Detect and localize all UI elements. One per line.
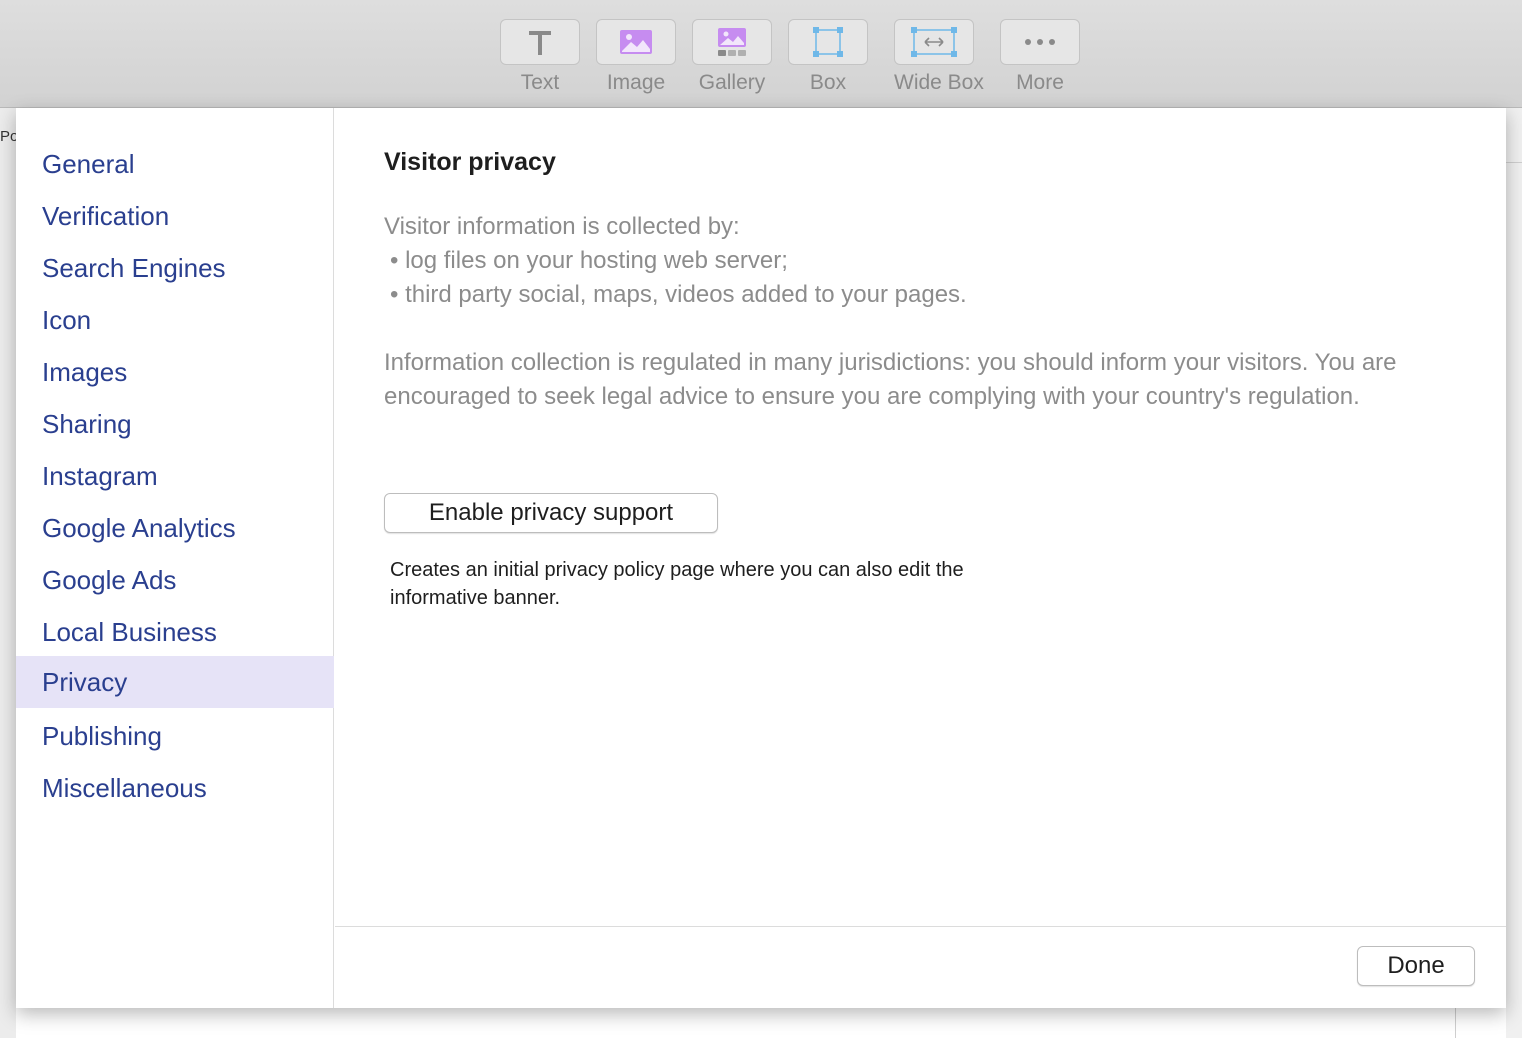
sidebar-item-label: Miscellaneous <box>42 772 207 803</box>
sidebar-item-miscellaneous[interactable]: Miscellaneous <box>16 762 334 814</box>
toolbar-item-gallery[interactable]: Gallery <box>692 19 772 101</box>
sidebar-item-label: Verification <box>42 200 170 231</box>
sheet-footer: Done <box>335 926 1506 1008</box>
sidebar-item-label: Sharing <box>42 408 132 439</box>
sidebar-item-instagram[interactable]: Instagram <box>16 450 334 502</box>
gallery-icon <box>718 28 746 56</box>
enable-privacy-support-button[interactable]: Enable privacy support <box>384 493 718 533</box>
sidebar-item-publishing[interactable]: Publishing <box>16 710 334 762</box>
toolbar-item-label: More <box>1016 71 1064 94</box>
sidebar-item-label: General <box>42 148 135 179</box>
settings-sidebar: General Verification Search Engines Icon… <box>16 108 334 1008</box>
enable-privacy-hint: Creates an initial privacy policy page w… <box>390 559 964 609</box>
gallery-tool-button[interactable] <box>692 19 772 65</box>
regulation-text: Information collection is regulated in m… <box>384 349 1397 410</box>
text-icon <box>529 31 551 55</box>
image-tool-button[interactable] <box>596 19 676 65</box>
page-title: Visitor privacy <box>384 148 556 176</box>
image-icon <box>620 30 652 54</box>
sidebar-item-label: Google Ads <box>42 564 177 595</box>
sidebar-item-label: Images <box>42 356 128 387</box>
more-icon <box>1025 39 1055 45</box>
more-tool-button[interactable] <box>1000 19 1080 65</box>
box-icon <box>813 27 843 57</box>
sidebar-item-verification[interactable]: Verification <box>16 190 334 242</box>
sidebar-item-label: Search Engines <box>42 252 226 283</box>
toolbar: Text Image Gallery Box Wide Box More <box>0 0 1522 108</box>
collected-by-text: Visitor information is collected by: <box>384 213 740 240</box>
toolbar-item-label: Text <box>520 71 560 94</box>
sidebar-item-label: Icon <box>42 304 92 335</box>
sidebar-item-sharing[interactable]: Sharing <box>16 398 334 450</box>
sidebar-item-label: Privacy <box>42 666 128 697</box>
sidebar-item-icon[interactable]: Icon <box>16 294 334 346</box>
toolbar-item-image[interactable]: Image <box>596 19 676 101</box>
sidebar-item-label: Publishing <box>42 720 162 751</box>
privacy-description: Visitor information is collected by: • l… <box>384 210 1464 414</box>
sidebar-item-search-engines[interactable]: Search Engines <box>16 242 334 294</box>
sidebar-item-local-business[interactable]: Local Business <box>16 606 334 658</box>
sidebar-item-label: Instagram <box>42 460 158 491</box>
sidebar-item-privacy[interactable]: Privacy <box>16 656 334 708</box>
done-button[interactable]: Done <box>1357 946 1475 986</box>
toolbar-item-label: Image <box>606 71 666 94</box>
toolbar-item-label: Wide Box <box>894 71 984 94</box>
toolbar-item-label: Box <box>809 71 847 94</box>
wide-box-tool-button[interactable] <box>894 19 974 65</box>
site-settings-sheet: General Verification Search Engines Icon… <box>16 108 1506 1008</box>
box-tool-button[interactable] <box>788 19 868 65</box>
toolbar-item-label: Gallery <box>698 71 766 94</box>
sidebar-item-google-analytics[interactable]: Google Analytics <box>16 502 334 554</box>
sidebar-item-images[interactable]: Images <box>16 346 334 398</box>
wide-box-icon <box>911 27 957 57</box>
sidebar-item-label: Google Analytics <box>42 512 236 543</box>
sidebar-item-label: Local Business <box>42 616 217 647</box>
bullet-log-files: • log files on your hosting web server; <box>390 247 788 274</box>
privacy-panel: Visitor privacy Visitor information is c… <box>335 108 1506 926</box>
bullet-third-party: • third party social, maps, videos added… <box>390 281 967 308</box>
toolbar-item-wide-box[interactable]: Wide Box <box>894 19 984 101</box>
toolbar-item-more[interactable]: More <box>1000 19 1080 101</box>
background-document-left <box>0 108 16 1038</box>
toolbar-item-text[interactable]: Text <box>500 19 580 101</box>
background-divider <box>1455 1008 1456 1038</box>
text-tool-button[interactable] <box>500 19 580 65</box>
background-divider <box>1506 162 1522 163</box>
sidebar-item-google-ads[interactable]: Google Ads <box>16 554 334 606</box>
background-document-right <box>1506 108 1522 1038</box>
toolbar-item-box[interactable]: Box <box>788 19 868 101</box>
sidebar-item-general[interactable]: General <box>16 138 334 190</box>
